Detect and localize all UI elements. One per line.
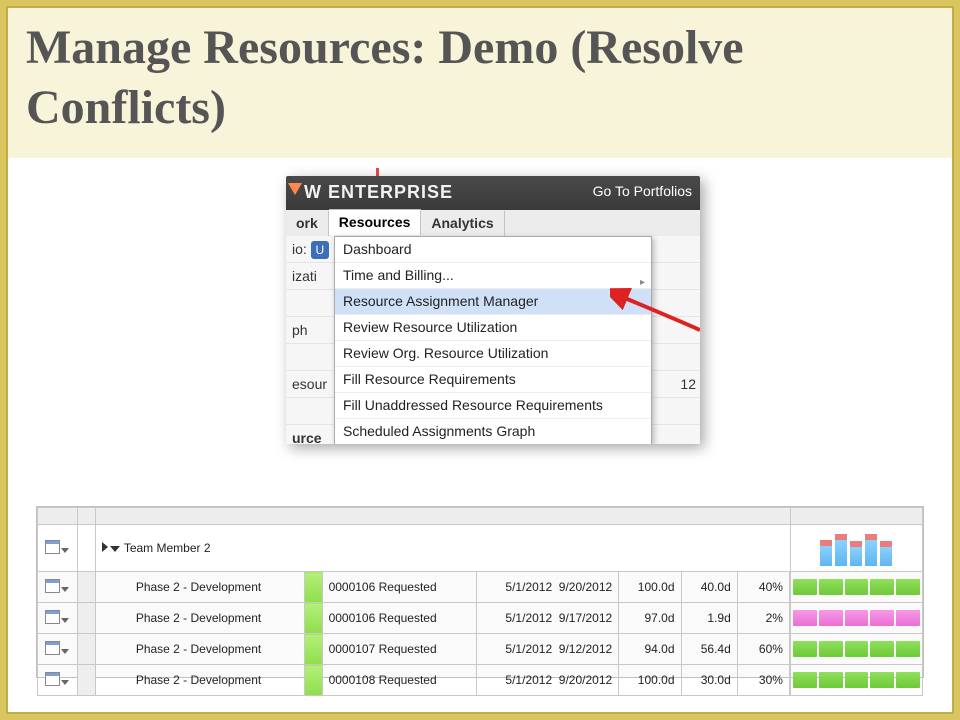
id-status-cell: 0000106 Requested bbox=[322, 603, 477, 634]
expand-down-icon[interactable] bbox=[110, 546, 120, 552]
tab-analytics[interactable]: Analytics bbox=[421, 211, 504, 236]
calendar-icon[interactable] bbox=[45, 540, 60, 554]
table-row[interactable]: Phase 2 - Development 0000107 Requested5/… bbox=[38, 634, 923, 665]
status-mark-icon bbox=[304, 572, 322, 603]
menu-label: Time and Billing... bbox=[343, 267, 454, 283]
calendar-icon[interactable] bbox=[45, 672, 60, 686]
segment-bar bbox=[790, 603, 922, 634]
percent-cell: 30% bbox=[737, 665, 789, 696]
table-head-row bbox=[38, 508, 923, 525]
date-cell: 5/1/2012 9/17/2012 bbox=[477, 603, 619, 634]
table-row[interactable]: Phase 2 - Development 0000106 Requested5/… bbox=[38, 603, 923, 634]
dropdown-icon[interactable] bbox=[61, 649, 69, 654]
slide-title: Manage Resources: Demo (Resolve Conflict… bbox=[26, 18, 932, 138]
underlay-text: io: bbox=[292, 241, 307, 257]
table-row[interactable]: Phase 2 - Development 0000108 Requested5/… bbox=[38, 665, 923, 696]
table-row[interactable]: Phase 2 - Development 0000106 Requested5/… bbox=[38, 572, 923, 603]
tab-resources[interactable]: Resources bbox=[329, 209, 422, 235]
phase-cell: Phase 2 - Development bbox=[95, 603, 304, 634]
duration-cell: 97.0d bbox=[619, 603, 681, 634]
menu-review-resource-utilization[interactable]: Review Resource Utilization bbox=[335, 315, 651, 341]
app-header: W ENTERPRISE Go To Portfolios bbox=[286, 176, 700, 210]
date-cell: 5/1/2012 9/20/2012 bbox=[477, 572, 619, 603]
resources-dropdown: Dashboard Time and Billing...▸ Resource … bbox=[334, 236, 652, 444]
duration-cell: 94.0d bbox=[619, 634, 681, 665]
underlay-text: 12 bbox=[680, 371, 696, 397]
expand-right-icon[interactable] bbox=[102, 542, 108, 552]
value-cell: 30.0d bbox=[681, 665, 737, 696]
status-mark-icon bbox=[304, 603, 322, 634]
phase-cell: Phase 2 - Development bbox=[95, 665, 304, 696]
calendar-icon[interactable] bbox=[45, 610, 60, 624]
badge-icon: U bbox=[311, 241, 329, 259]
menu-scheduled-assignments-graph[interactable]: Scheduled Assignments Graph bbox=[335, 419, 651, 444]
date-cell: 5/1/2012 9/20/2012 bbox=[477, 665, 619, 696]
app-screenshot: W ENTERPRISE Go To Portfolios orkResourc… bbox=[286, 176, 700, 444]
menu-time-billing[interactable]: Time and Billing...▸ bbox=[335, 263, 651, 289]
tab-bar: orkResourcesAnalytics bbox=[286, 210, 700, 237]
dropdown-icon[interactable] bbox=[61, 587, 69, 592]
assignment-grid: Team Member 2 Phase 2 - Development 00001… bbox=[36, 506, 924, 678]
duration-cell: 100.0d bbox=[619, 572, 681, 603]
slide-frame: Manage Resources: Demo (Resolve Conflict… bbox=[6, 6, 954, 714]
menu-review-org-resource-utilization[interactable]: Review Org. Resource Utilization bbox=[335, 341, 651, 367]
menu-dashboard[interactable]: Dashboard bbox=[335, 237, 651, 263]
load-chart bbox=[790, 525, 922, 572]
percent-cell: 60% bbox=[737, 634, 789, 665]
value-cell: 56.4d bbox=[681, 634, 737, 665]
phase-cell: Phase 2 - Development bbox=[95, 572, 304, 603]
calendar-icon[interactable] bbox=[45, 641, 60, 655]
dropdown-icon[interactable] bbox=[61, 680, 69, 685]
id-status-cell: 0000107 Requested bbox=[322, 634, 477, 665]
segment-bar bbox=[790, 665, 922, 696]
calendar-icon[interactable] bbox=[45, 579, 60, 593]
duration-cell: 100.0d bbox=[619, 665, 681, 696]
menu-resource-assignment-manager[interactable]: Resource Assignment Manager bbox=[335, 289, 651, 315]
date-cell: 5/1/2012 9/12/2012 bbox=[477, 634, 619, 665]
menu-fill-resource-requirements[interactable]: Fill Resource Requirements bbox=[335, 367, 651, 393]
logo-triangle-icon bbox=[288, 183, 302, 195]
id-status-cell: 0000108 Requested bbox=[322, 665, 477, 696]
phase-cell: Phase 2 - Development bbox=[95, 634, 304, 665]
status-mark-icon bbox=[304, 634, 322, 665]
dropdown-icon[interactable] bbox=[61, 548, 69, 553]
dropdown-icon[interactable] bbox=[61, 618, 69, 623]
team-member-label: Team Member 2 bbox=[124, 541, 211, 555]
percent-cell: 40% bbox=[737, 572, 789, 603]
logo-text: W ENTERPRISE bbox=[304, 182, 453, 203]
value-cell: 40.0d bbox=[681, 572, 737, 603]
menu-fill-unaddressed-resource-requirements[interactable]: Fill Unaddressed Resource Requirements bbox=[335, 393, 651, 419]
team-row[interactable]: Team Member 2 bbox=[38, 525, 923, 572]
percent-cell: 2% bbox=[737, 603, 789, 634]
segment-bar bbox=[790, 634, 922, 665]
underlay-text: esour bbox=[292, 371, 327, 397]
segment-bar bbox=[790, 572, 922, 603]
id-status-cell: 0000106 Requested bbox=[322, 572, 477, 603]
value-cell: 1.9d bbox=[681, 603, 737, 634]
goto-portfolios-link[interactable]: Go To Portfolios bbox=[593, 183, 692, 199]
tab-work[interactable]: ork bbox=[286, 211, 329, 236]
assignment-table: Team Member 2 Phase 2 - Development 00001… bbox=[37, 507, 923, 696]
status-mark-icon bbox=[304, 665, 322, 696]
